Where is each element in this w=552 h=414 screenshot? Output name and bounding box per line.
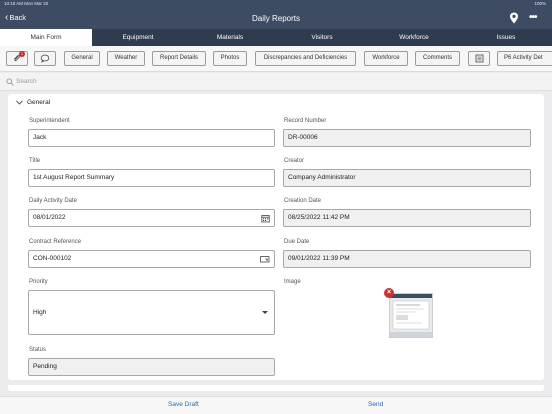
search-input[interactable]: Search bbox=[16, 78, 37, 85]
chip-discrepancies[interactable]: Discrepancies and Deficiencies bbox=[255, 51, 356, 66]
section-chip-bar: 1 General Weather Report Details Photos … bbox=[0, 46, 552, 72]
section-title: General bbox=[27, 99, 51, 106]
contract-reference-label: Contract Reference bbox=[29, 239, 82, 245]
status-field: Pending bbox=[28, 358, 275, 376]
dropdown-caret-icon bbox=[262, 311, 268, 314]
priority-select[interactable]: High bbox=[28, 290, 275, 335]
remove-image-icon[interactable]: × bbox=[384, 288, 394, 298]
superintendent-value: Jack bbox=[33, 134, 47, 141]
chip-report-details[interactable]: Report Details bbox=[152, 51, 206, 66]
image-label: Image bbox=[284, 279, 301, 285]
tab-workforce[interactable]: Workforce bbox=[368, 29, 460, 46]
search-bar[interactable]: Search bbox=[0, 73, 552, 91]
list-icon bbox=[475, 54, 483, 63]
search-icon bbox=[6, 78, 14, 86]
title-label: Title bbox=[29, 158, 41, 164]
more-icon[interactable]: ••• bbox=[529, 12, 537, 23]
collapse-chevron-icon bbox=[16, 100, 23, 105]
record-number-value: DR-00006 bbox=[288, 134, 318, 141]
status-value: Pending bbox=[33, 363, 57, 370]
due-date-label: Due Date bbox=[284, 239, 310, 245]
next-section-card-edge bbox=[8, 385, 544, 391]
tab-issues[interactable]: Issues bbox=[460, 29, 552, 46]
chip-comments[interactable]: Comments bbox=[415, 51, 460, 66]
status-bar: 10:18 AM Mon Mar 20 100% bbox=[0, 0, 552, 7]
superintendent-label: Superintendent bbox=[29, 118, 70, 124]
attachment-count-badge: 1 bbox=[19, 51, 25, 57]
send-button[interactable]: Send bbox=[368, 401, 383, 408]
tab-bar: Main Form Equipment Materials Visitors W… bbox=[0, 29, 552, 46]
title-value: 1st August Report Summary bbox=[33, 174, 115, 181]
title-field[interactable]: 1st August Report Summary bbox=[28, 169, 275, 187]
contract-reference-value: CON-000102 bbox=[33, 255, 72, 262]
nav-bar: ‹ Back Daily Reports ••• bbox=[0, 7, 552, 29]
creator-label: Creator bbox=[284, 158, 305, 164]
chip-photos[interactable]: Photos bbox=[213, 51, 247, 66]
creation-date-value: 08/25/2022 11:42 PM bbox=[288, 214, 350, 221]
attachments-chip[interactable]: 1 bbox=[6, 51, 28, 66]
daily-activity-date-field[interactable]: 08/01/2022 bbox=[28, 209, 275, 227]
priority-label: Priority bbox=[29, 279, 48, 285]
location-pin-icon[interactable] bbox=[508, 12, 520, 24]
section-header[interactable]: General bbox=[16, 99, 50, 106]
status-label: Status bbox=[29, 347, 47, 353]
lookup-icon[interactable] bbox=[260, 255, 270, 264]
record-number-label: Record Number bbox=[284, 118, 327, 124]
comments-chip-icon-button[interactable] bbox=[34, 51, 56, 66]
superintendent-field[interactable]: Jack bbox=[28, 129, 275, 147]
contract-reference-field[interactable]: CON-000102 bbox=[28, 250, 275, 268]
tab-materials[interactable]: Materials bbox=[184, 29, 276, 46]
daily-activity-date-label: Daily Activity Date bbox=[29, 198, 78, 204]
image-preview bbox=[390, 294, 432, 337]
due-date-value: 09/01/2022 11:39 PM bbox=[288, 255, 350, 262]
creation-date-label: Creation Date bbox=[284, 198, 322, 204]
calendar-icon[interactable] bbox=[261, 214, 270, 223]
creator-field: Company Administrator bbox=[283, 169, 531, 187]
record-number-field: DR-00006 bbox=[283, 129, 531, 147]
comment-icon bbox=[40, 54, 50, 63]
tab-visitors[interactable]: Visitors bbox=[276, 29, 368, 46]
status-time: 10:18 AM Mon Mar 20 bbox=[4, 1, 49, 6]
chip-weather[interactable]: Weather bbox=[107, 51, 145, 66]
daily-activity-date-value: 08/01/2022 bbox=[33, 214, 66, 221]
list-view-button[interactable] bbox=[468, 51, 490, 66]
tab-equipment[interactable]: Equipment bbox=[92, 29, 184, 46]
creation-date-field: 08/25/2022 11:42 PM bbox=[283, 209, 531, 227]
chip-general[interactable]: General bbox=[64, 51, 100, 66]
creator-value: Company Administrator bbox=[288, 174, 356, 181]
status-battery: 100% bbox=[534, 1, 546, 6]
priority-value: High bbox=[33, 309, 47, 316]
due-date-field: 09/01/2022 11:39 PM bbox=[283, 250, 531, 268]
page-title: Daily Reports bbox=[251, 14, 300, 23]
save-draft-button[interactable]: Save Draft bbox=[168, 401, 199, 408]
footer-bar: Save Draft Send bbox=[0, 396, 552, 414]
image-thumbnail[interactable]: × bbox=[384, 288, 433, 338]
chip-workforce[interactable]: Workforce bbox=[364, 51, 408, 66]
tab-main-form[interactable]: Main Form bbox=[0, 29, 92, 46]
chip-p6-activity[interactable]: P6 Activity Det bbox=[497, 51, 552, 66]
